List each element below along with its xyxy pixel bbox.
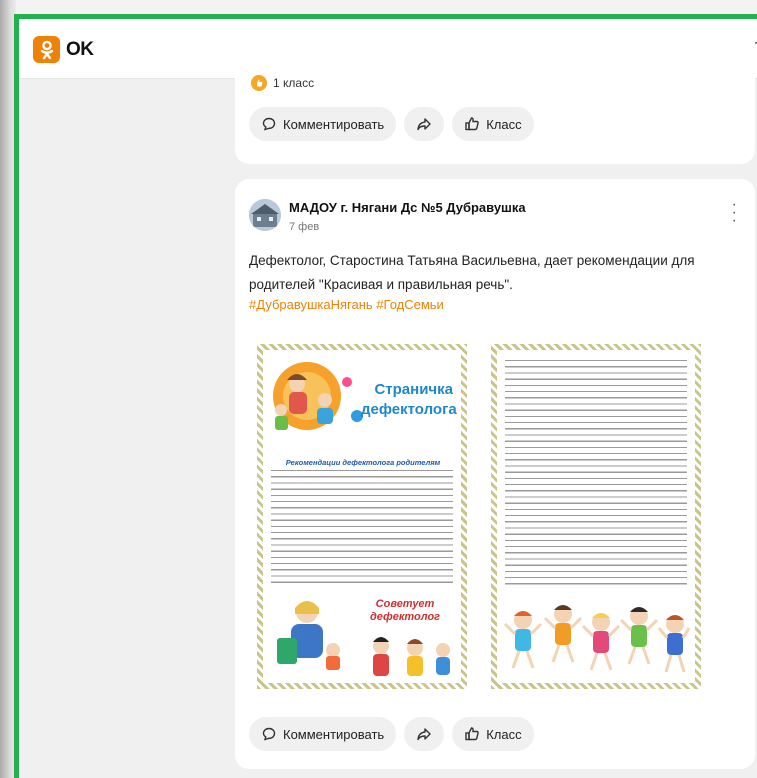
klass-button-label: Класс bbox=[486, 116, 522, 132]
post-card: МАДОУ г. Нягани Дс №5 Дубравушка 7 фев ·… bbox=[235, 179, 755, 769]
share-button[interactable] bbox=[404, 107, 445, 141]
comment-icon bbox=[262, 117, 276, 131]
post-klass-button[interactable]: Класс bbox=[452, 717, 534, 751]
post-image-2[interactable] bbox=[491, 344, 701, 689]
sheet-title: Страничка дефектолога bbox=[361, 381, 457, 418]
teacher-illustration bbox=[277, 601, 340, 670]
ok-logo-icon bbox=[33, 36, 60, 63]
previous-post-actions: Комментировать Класс bbox=[249, 107, 534, 141]
author-name[interactable]: МАДОУ г. Нягани Дс №5 Дубравушка bbox=[289, 200, 526, 215]
post-actions: Комментировать Класс bbox=[249, 717, 534, 751]
comment-button[interactable]: Комментировать bbox=[249, 107, 397, 141]
klass-count[interactable]: 1 класс bbox=[251, 75, 314, 91]
post-image-1[interactable]: Страничка дефектолога Рекомендации дефек… bbox=[257, 344, 467, 689]
post-hashtags[interactable]: #ДубравушкаНягань #ГодСемьи bbox=[249, 297, 444, 312]
klass-count-label: 1 класс bbox=[273, 76, 315, 90]
post-date[interactable]: 7 фев bbox=[289, 221, 319, 233]
logo-text: OK bbox=[66, 38, 94, 60]
share-icon bbox=[417, 118, 431, 131]
author-avatar[interactable] bbox=[249, 199, 281, 231]
post-share-button[interactable] bbox=[404, 717, 445, 751]
previous-post-card: 1 класс Комментировать Класс bbox=[235, 19, 755, 164]
sheet-subtitle: Рекомендации дефектолога родителям bbox=[285, 458, 441, 467]
share-icon bbox=[417, 728, 431, 741]
klass-button[interactable]: Класс bbox=[452, 107, 534, 141]
post-comment-label: Комментировать bbox=[283, 726, 385, 742]
jumping-kids-illustration bbox=[503, 605, 691, 673]
kids-illustration bbox=[373, 637, 450, 676]
comment-button-label: Комментировать bbox=[283, 116, 385, 132]
thumbs-up-icon bbox=[465, 117, 479, 131]
sheet2-body-text bbox=[505, 358, 687, 588]
comment-icon bbox=[262, 727, 276, 741]
klass-icon bbox=[251, 75, 267, 91]
post-text: Дефектолог, Старостина Татьяна Васильевн… bbox=[249, 253, 695, 292]
browser-frame: OK OK tools bbox=[14, 14, 757, 778]
post-menu-icon[interactable]: · · · bbox=[732, 197, 737, 229]
post-klass-label: Класс bbox=[486, 726, 522, 742]
post-comment-button[interactable]: Комментировать bbox=[249, 717, 397, 751]
sheet-sovet: Советует дефектолог bbox=[369, 598, 441, 623]
thumbs-up-icon bbox=[465, 727, 479, 741]
ok-logo[interactable]: OK bbox=[33, 36, 94, 63]
sheet-body-text bbox=[271, 468, 453, 588]
